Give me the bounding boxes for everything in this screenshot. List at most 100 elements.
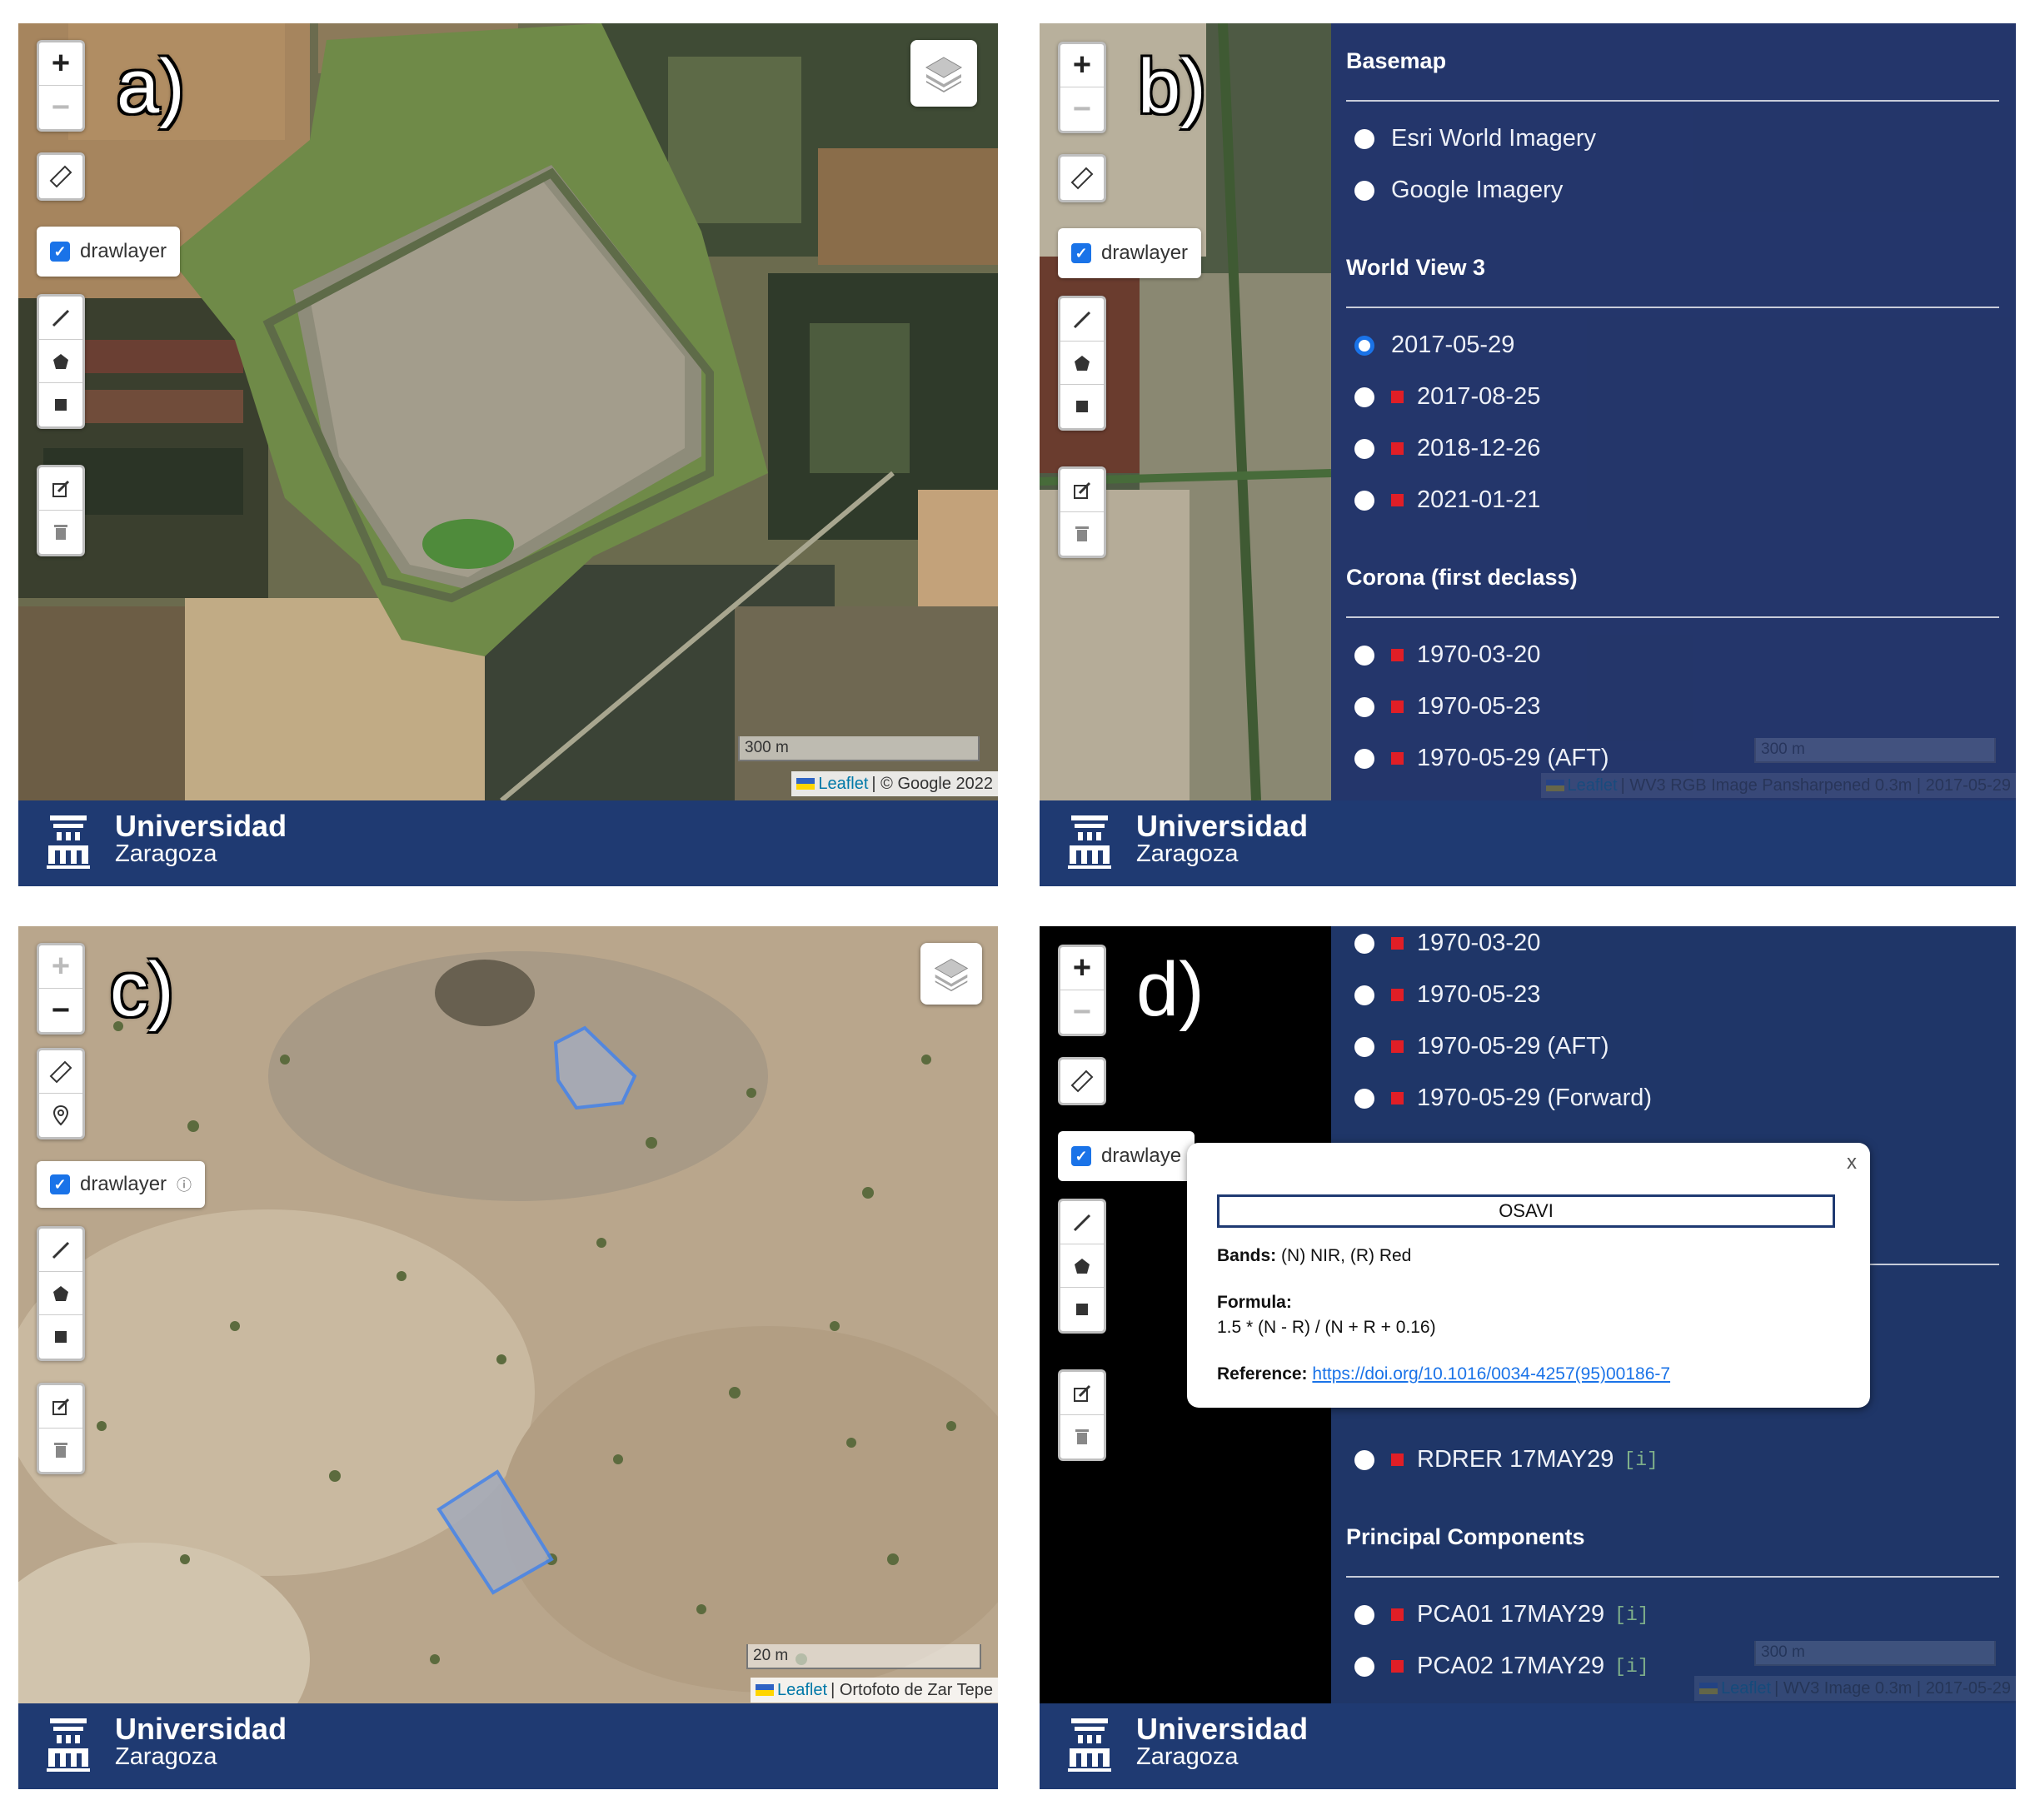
- rectangle-icon[interactable]: [39, 1315, 82, 1359]
- radio-button[interactable]: [1354, 128, 1374, 149]
- drawlayer-toggle[interactable]: ✓ drawlayer: [37, 227, 181, 277]
- radio-button[interactable]: [1354, 696, 1374, 717]
- radio-button[interactable]: [1354, 933, 1374, 954]
- polygon-icon[interactable]: [1060, 1244, 1104, 1288]
- layer-option[interactable]: Google Imagery: [1354, 177, 1563, 204]
- radio-button[interactable]: [1354, 1449, 1374, 1470]
- info-icon[interactable]: ⓘ: [177, 1174, 192, 1195]
- polygon-icon[interactable]: [1060, 342, 1104, 385]
- layer-option[interactable]: 1970-05-23: [1354, 693, 1540, 721]
- radio-button[interactable]: [1354, 490, 1374, 511]
- layers-button[interactable]: [910, 40, 977, 107]
- radio-button[interactable]: [1354, 180, 1374, 201]
- polygon-icon[interactable]: [39, 340, 82, 383]
- rectangle-icon[interactable]: [39, 383, 82, 426]
- trash-icon[interactable]: [1060, 1415, 1104, 1458]
- radio-button[interactable]: [1354, 985, 1374, 1005]
- zoom-out-button[interactable]: −: [1060, 990, 1104, 1034]
- layer-option[interactable]: 1970-05-29 (AFT): [1354, 745, 1609, 772]
- ruler-icon[interactable]: [1060, 1060, 1104, 1103]
- polyline-icon[interactable]: [39, 297, 82, 340]
- radio-button[interactable]: [1354, 748, 1374, 769]
- layer-marker-icon: [1391, 1454, 1404, 1466]
- satellite-map-a[interactable]: [18, 23, 998, 800]
- edit-icon[interactable]: [39, 1385, 82, 1429]
- layer-option[interactable]: RDRER 17MAY29 [i]: [1354, 1446, 1658, 1473]
- zoom-out-button[interactable]: −: [39, 86, 82, 129]
- edit-icon[interactable]: [39, 467, 82, 511]
- university-city: Zaragoza: [1136, 840, 1239, 867]
- checkbox-icon[interactable]: ✓: [50, 1174, 70, 1194]
- ruler-icon[interactable]: [1060, 157, 1104, 200]
- close-icon[interactable]: x: [1847, 1151, 1857, 1174]
- zoom-out-button[interactable]: −: [39, 989, 82, 1032]
- layer-label: RDRER 17MAY29: [1417, 1446, 1614, 1473]
- radio-button[interactable]: [1354, 1088, 1374, 1109]
- layer-option[interactable]: 1970-03-20: [1354, 930, 1540, 957]
- zoom-control: + −: [37, 40, 85, 132]
- radio-button[interactable]: [1354, 645, 1374, 666]
- radio-button-selected[interactable]: [1354, 335, 1374, 356]
- layer-option[interactable]: 1970-05-29 (AFT): [1354, 1033, 1609, 1060]
- layer-option[interactable]: Esri World Imagery: [1354, 125, 1596, 152]
- panel-label: c): [110, 947, 174, 1032]
- zoom-in-button[interactable]: +: [39, 42, 82, 86]
- layer-option[interactable]: PCA01 17MAY29 [i]: [1354, 1601, 1649, 1628]
- zoom-in-button[interactable]: +: [1060, 44, 1104, 87]
- trash-icon[interactable]: [1060, 512, 1104, 556]
- trash-icon[interactable]: [39, 1429, 82, 1472]
- polyline-icon[interactable]: [1060, 298, 1104, 342]
- info-link[interactable]: [i]: [1614, 1604, 1648, 1626]
- edit-icon[interactable]: [1060, 1372, 1104, 1415]
- rectangle-icon[interactable]: [1060, 385, 1104, 428]
- ruler-icon[interactable]: [39, 1050, 82, 1094]
- layer-option[interactable]: 2017-05-29: [1354, 332, 1514, 359]
- checkbox-icon[interactable]: ✓: [1071, 243, 1091, 263]
- leaflet-link[interactable]: Leaflet: [1568, 773, 1618, 798]
- leaflet-link[interactable]: Leaflet: [818, 771, 868, 796]
- ruler-icon[interactable]: [39, 155, 82, 198]
- checkbox-icon[interactable]: ✓: [50, 242, 70, 262]
- layer-option[interactable]: PCA02 17MAY29 [i]: [1354, 1653, 1649, 1680]
- drawlayer-toggle[interactable]: ✓ drawlayer ⓘ: [37, 1161, 206, 1208]
- polyline-icon[interactable]: [39, 1229, 82, 1272]
- layer-option[interactable]: 2021-01-21: [1354, 486, 1540, 514]
- edit-toolbar: [1058, 466, 1106, 558]
- radio-button[interactable]: [1354, 1036, 1374, 1057]
- rectangle-icon[interactable]: [1060, 1288, 1104, 1331]
- reference-link[interactable]: https://doi.org/10.1016/0034-4257(95)001…: [1312, 1364, 1670, 1384]
- panel-label: b): [1138, 44, 1206, 129]
- edit-icon[interactable]: [1060, 469, 1104, 512]
- radio-button[interactable]: [1354, 1656, 1374, 1677]
- leaflet-link[interactable]: Leaflet: [777, 1678, 827, 1703]
- layer-label: 1970-05-29 (AFT): [1417, 745, 1609, 771]
- zoom-in-button[interactable]: +: [39, 945, 82, 989]
- checkbox-icon[interactable]: ✓: [1071, 1146, 1091, 1166]
- zoom-in-button[interactable]: +: [1060, 947, 1104, 990]
- radio-button[interactable]: [1354, 386, 1374, 407]
- radio-button[interactable]: [1354, 438, 1374, 459]
- drawlayer-toggle[interactable]: ✓ drawlaye: [1058, 1131, 1195, 1181]
- satellite-map-c[interactable]: [18, 926, 998, 1703]
- attribution-text: | © Google 2022: [871, 775, 993, 793]
- layer-option[interactable]: 1970-05-23: [1354, 981, 1540, 1009]
- polygon-icon[interactable]: [39, 1272, 82, 1315]
- polyline-icon[interactable]: [1060, 1201, 1104, 1244]
- info-link[interactable]: [i]: [1624, 1449, 1658, 1471]
- layer-label: 1970-05-29 (Forward): [1417, 1085, 1653, 1111]
- layer-marker-icon: [1391, 701, 1404, 713]
- layers-button[interactable]: [920, 943, 982, 1005]
- layer-option[interactable]: 1970-05-29 (Forward): [1354, 1085, 1652, 1112]
- leaflet-link[interactable]: Leaflet: [1721, 1676, 1771, 1701]
- layer-label: Google Imagery: [1391, 177, 1564, 203]
- layer-option[interactable]: 1970-03-20: [1354, 641, 1540, 669]
- trash-icon[interactable]: [39, 511, 82, 554]
- bands-value: (N) NIR, (R) Red: [1281, 1246, 1412, 1265]
- radio-button[interactable]: [1354, 1604, 1374, 1625]
- layer-option[interactable]: 2018-12-26: [1354, 435, 1540, 462]
- drawlayer-toggle[interactable]: ✓ drawlayer: [1058, 228, 1202, 278]
- zoom-out-button[interactable]: −: [1060, 87, 1104, 131]
- layer-option[interactable]: 2017-08-25: [1354, 383, 1540, 411]
- location-pin-icon[interactable]: [39, 1094, 82, 1137]
- info-link[interactable]: [i]: [1614, 1656, 1648, 1678]
